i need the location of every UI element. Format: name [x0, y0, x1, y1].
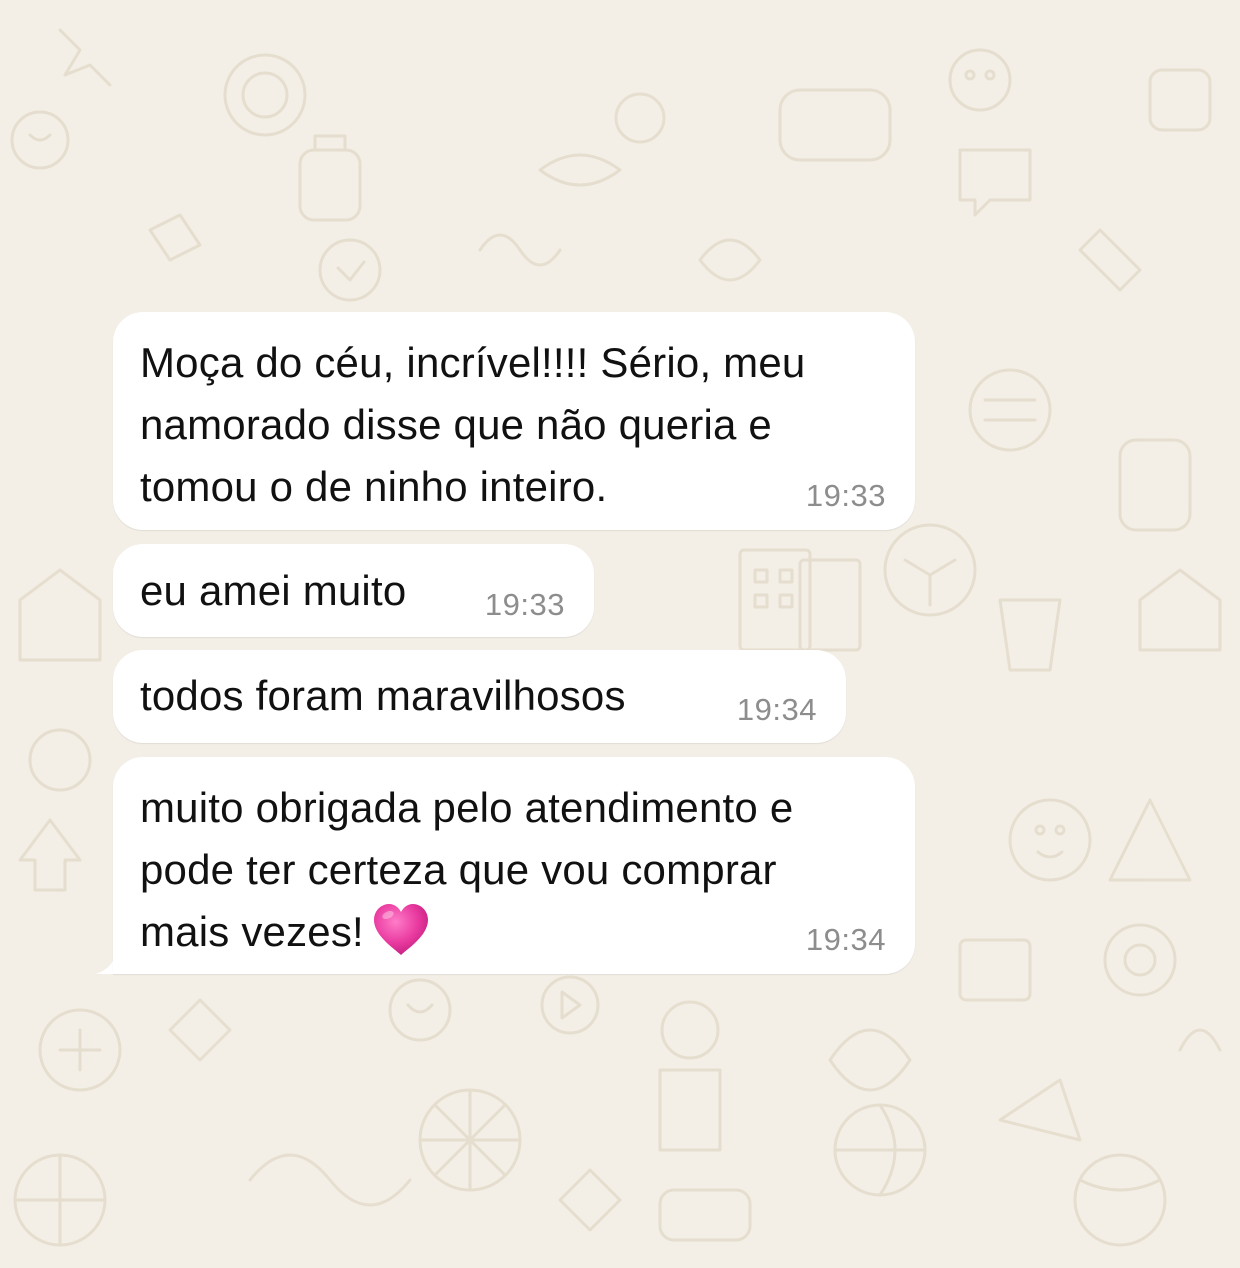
message-time: 19:34 — [805, 922, 886, 957]
message-bubble[interactable]: Moça do céu, incrível!!!! Sério, meu nam… — [113, 312, 915, 530]
message-text: muito obrigada pelo atendimento e pode t… — [140, 777, 793, 963]
pink-heart-icon — [373, 904, 428, 955]
message-text: Moça do céu, incrível!!!! Sério, meu nam… — [140, 339, 806, 510]
message-time: 19:34 — [736, 692, 817, 727]
message-time: 19:33 — [805, 478, 886, 513]
chat-conversation: Moça do céu, incrível!!!! Sério, meu nam… — [0, 0, 1240, 1268]
message-text: eu amei muito — [140, 567, 407, 614]
message-text-content: muito obrigada pelo atendimento e pode t… — [140, 784, 794, 955]
message-bubble[interactable]: muito obrigada pelo atendimento e pode t… — [113, 757, 915, 974]
message-time: 19:33 — [484, 587, 565, 622]
message-bubble[interactable]: eu amei muito 19:33 — [113, 544, 594, 637]
message-bubble[interactable]: todos foram maravilhosos 19:34 — [113, 650, 846, 743]
message-text: todos foram maravilhosos — [140, 672, 626, 719]
